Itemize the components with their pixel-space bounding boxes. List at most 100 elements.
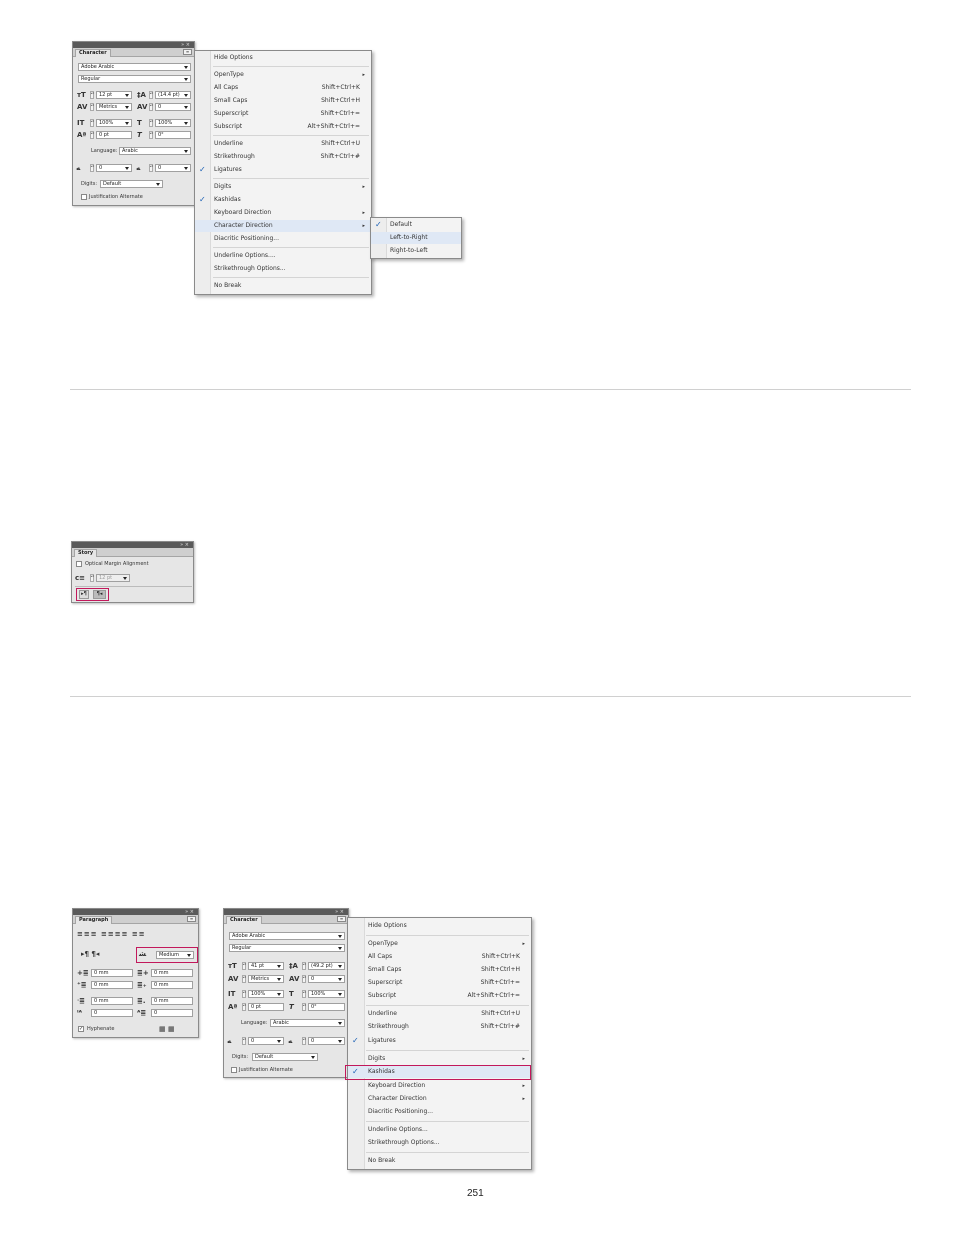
diacritic-y-field[interactable]: 0 [155,164,191,172]
diacritic-y-field[interactable]: 0 [308,1037,345,1045]
menu-item-small-caps[interactable]: Small Caps Shift+Ctrl+H [195,95,371,107]
optical-size-stepper[interactable]: ▴▾ [90,574,94,582]
menu-item-opentype[interactable]: OpenType ▸ [195,69,371,81]
diacritic-x-stepper[interactable]: ▴▾ [242,1037,246,1045]
digits-dropdown[interactable]: Default [100,180,163,188]
menu-item-ligatures[interactable]: ✓ Ligatures [195,164,371,176]
font-family-dropdown[interactable]: Adobe Arabic [78,63,191,71]
vertical-scale-field[interactable]: 100% [248,990,284,998]
digits-dropdown[interactable]: Default [252,1053,318,1061]
menu-item-keyboard-direction[interactable]: Keyboard Direction ▸ [195,207,371,219]
right-indent-field[interactable]: 0 mm [151,969,193,977]
leading-stepper[interactable]: ▴▾ [302,962,306,970]
menu-item-underline[interactable]: Underline Shift+Ctrl+U [348,1008,531,1020]
tracking-field[interactable]: 0 [308,975,345,983]
justification-alternate-checkbox[interactable] [81,194,87,200]
menu-item-hide-options[interactable]: Hide Options [195,52,371,64]
tracking-stepper[interactable]: ▴▾ [149,103,153,111]
kerning-field[interactable]: Metrics [96,103,132,111]
menu-item-subscript[interactable]: Subscript Alt+Shift+Ctrl+= [195,121,371,133]
kerning-stepper[interactable]: ▴▾ [90,103,94,111]
alignment-buttons-icon[interactable]: ≡≡≡ ≡≡≡≡ ≡≡ [77,930,146,938]
last-indent-field[interactable]: 0 mm [151,981,193,989]
menu-item-keyboard-direction[interactable]: Keyboard Direction ▸ [348,1080,531,1092]
font-size-stepper[interactable]: ▴▾ [90,91,94,99]
panel-menu-icon[interactable]: ≡ [183,49,192,55]
panel-menu-icon[interactable]: ≡ [337,916,346,922]
baseline-shift-stepper[interactable]: ▴▾ [90,131,94,139]
diacritic-y-stepper[interactable]: ▴▾ [302,1037,306,1045]
menu-item-subscript[interactable]: Subscript Alt+Shift+Ctrl+= [348,990,531,1002]
space-before-field[interactable]: 0 mm [91,997,133,1005]
menu-item-hide-options[interactable]: Hide Options [348,920,531,932]
font-size-field[interactable]: 41 pt [248,962,284,970]
horizontal-scale-field[interactable]: 100% [308,990,345,998]
horizontal-scale-stepper[interactable]: ▴▾ [302,990,306,998]
leading-field[interactable]: (49.2 pt) [308,962,345,970]
font-size-field[interactable]: 12 pt [96,91,132,99]
menu-item-diacritic-positioning[interactable]: Diacritic Positioning... [195,233,371,245]
menu-item-strikethrough[interactable]: Strikethrough Shift+Ctrl+# [348,1021,531,1033]
font-style-dropdown[interactable]: Regular [229,944,345,952]
paragraph-direction-icon[interactable]: ▸¶ ¶◂ [81,950,99,958]
skew-stepper[interactable]: ▴▾ [149,131,153,139]
baseline-shift-field[interactable]: 0 pt [96,131,132,139]
skew-stepper[interactable]: ▴▾ [302,1003,306,1011]
baseline-shift-stepper[interactable]: ▴▾ [242,1003,246,1011]
menu-item-underline-options[interactable]: Underline Options.... [195,250,371,262]
language-dropdown[interactable]: Arabic [270,1019,345,1027]
menu-item-character-direction[interactable]: Character Direction ▸ [348,1093,531,1105]
left-indent-field[interactable]: 0 mm [91,969,133,977]
submenu-item-left-to-right[interactable]: Left-to-Right [371,232,461,244]
menu-item-no-break[interactable]: No Break [195,280,371,292]
menu-item-all-caps[interactable]: All Caps Shift+Ctrl+K [348,951,531,963]
menu-item-all-caps[interactable]: All Caps Shift+Ctrl+K [195,82,371,94]
menu-item-strikethrough-options[interactable]: Strikethrough Options... [348,1137,531,1149]
menu-item-superscript[interactable]: Superscript Shift+Ctrl+= [195,108,371,120]
vertical-scale-field[interactable]: 100% [96,119,132,127]
menu-item-strikethrough-options[interactable]: Strikethrough Options... [195,263,371,275]
tab-story[interactable]: Story [74,549,98,557]
skew-field[interactable]: 0° [308,1003,345,1011]
tab-paragraph[interactable]: Paragraph [75,916,113,924]
tracking-stepper[interactable]: ▴▾ [302,975,306,983]
menu-item-no-break[interactable]: No Break [348,1155,531,1167]
baseline-shift-field[interactable]: 0 pt [248,1003,284,1011]
kerning-stepper[interactable]: ▴▾ [242,975,246,983]
language-dropdown[interactable]: Arabic [119,147,191,155]
leading-field[interactable]: (14.4 pt) [155,91,191,99]
menu-item-character-direction[interactable]: Character Direction ▸ [195,220,371,232]
menu-item-underline-options[interactable]: Underline Options... [348,1124,531,1136]
first-indent-field[interactable]: 0 mm [91,981,133,989]
menu-item-small-caps[interactable]: Small Caps Shift+Ctrl+H [348,964,531,976]
tab-character[interactable]: Character [226,916,262,924]
menu-item-superscript[interactable]: Superscript Shift+Ctrl+= [348,977,531,989]
space-after-field[interactable]: 0 mm [151,997,193,1005]
diacritic-x-field[interactable]: 0 [248,1037,284,1045]
diacritic-x-field[interactable]: 0 [96,164,132,172]
menu-item-opentype[interactable]: OpenType ▸ [348,938,531,950]
diacritic-y-stepper[interactable]: ▴▾ [149,164,153,172]
hyphenate-checkbox[interactable]: ✓ [78,1026,84,1032]
optical-size-field[interactable]: 12 pt [96,574,130,582]
font-family-dropdown[interactable]: Adobe Arabic [229,932,345,940]
tab-character[interactable]: Character [75,49,111,57]
diacritic-x-stepper[interactable]: ▴▾ [90,164,94,172]
horizontal-scale-stepper[interactable]: ▴▾ [149,119,153,127]
submenu-item-default[interactable]: ✓ Default [371,219,461,231]
font-size-stepper[interactable]: ▴▾ [242,962,246,970]
menu-item-ligatures[interactable]: ✓ Ligatures [348,1035,531,1047]
vertical-scale-stepper[interactable]: ▴▾ [242,990,246,998]
panel-menu-icon[interactable]: ≡ [187,916,196,922]
menu-item-diacritic-positioning[interactable]: Diacritic Positioning... [348,1106,531,1118]
menu-item-strikethrough[interactable]: Strikethrough Shift+Ctrl+# [195,151,371,163]
drop-cap-chars-field[interactable]: 0 [151,1009,193,1017]
kerning-field[interactable]: Metrics [248,975,284,983]
menu-item-digits[interactable]: Digits ▸ [348,1053,531,1065]
horizontal-scale-field[interactable]: 100% [155,119,191,127]
submenu-item-right-to-left[interactable]: Right-to-Left [371,245,461,257]
leading-stepper[interactable]: ▴▾ [149,91,153,99]
optical-margin-checkbox[interactable] [76,561,82,567]
skew-field[interactable]: 0° [155,131,191,139]
vertical-scale-stepper[interactable]: ▴▾ [90,119,94,127]
